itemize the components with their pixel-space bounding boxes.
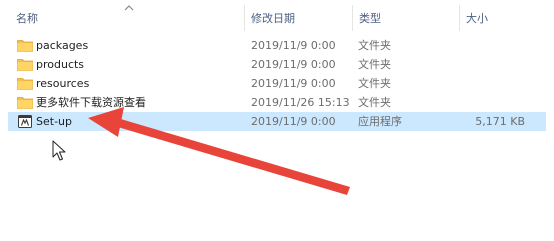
file-type: 应用程序 (358, 115, 402, 128)
file-date: 2019/11/26 15:13 (251, 96, 350, 109)
file-name: Set-up (36, 115, 72, 128)
file-name: products (36, 58, 85, 71)
file-date: 2019/11/9 0:00 (251, 58, 336, 71)
column-header-size[interactable]: 大小 (466, 11, 488, 27)
file-name: resources (36, 77, 90, 90)
file-type: 文件夹 (358, 58, 391, 71)
file-row[interactable]: packages 2019/11/9 0:00 文件夹 (8, 36, 546, 55)
file-row[interactable]: products 2019/11/9 0:00 文件夹 (8, 55, 546, 74)
column-header-date[interactable]: 修改日期 (251, 11, 295, 27)
mouse-cursor-icon (52, 140, 66, 161)
app-icon (18, 115, 32, 128)
file-size (458, 55, 525, 74)
column-header-name[interactable]: 名称 (16, 11, 38, 27)
file-size (458, 36, 525, 55)
folder-icon (17, 97, 33, 109)
column-header-bar: 名称 修改日期 类型 大小 (0, 0, 554, 34)
file-size (458, 74, 525, 93)
file-name: packages (36, 39, 89, 52)
file-size (458, 93, 525, 112)
file-type: 文件夹 (358, 96, 391, 109)
file-row[interactable]: 更多软件下载资源查看 2019/11/26 15:13 文件夹 (8, 93, 546, 112)
column-divider[interactable] (459, 5, 460, 31)
file-row-selected[interactable]: Set-up 2019/11/9 0:00 应用程序 5,171 KB (8, 112, 546, 131)
folder-icon (17, 59, 33, 71)
file-name: 更多软件下载资源查看 (36, 96, 146, 109)
file-type: 文件夹 (358, 39, 391, 52)
column-divider[interactable] (352, 5, 353, 31)
sort-ascending-icon[interactable] (122, 3, 136, 13)
file-type: 文件夹 (358, 77, 391, 90)
file-date: 2019/11/9 0:00 (251, 77, 336, 90)
file-row[interactable]: resources 2019/11/9 0:00 文件夹 (8, 74, 546, 93)
column-header-type[interactable]: 类型 (359, 11, 381, 27)
column-divider[interactable] (244, 5, 245, 31)
folder-icon (17, 78, 33, 90)
file-size: 5,171 KB (475, 115, 525, 128)
folder-icon (17, 40, 33, 52)
file-date: 2019/11/9 0:00 (251, 115, 336, 128)
file-date: 2019/11/9 0:00 (251, 39, 336, 52)
